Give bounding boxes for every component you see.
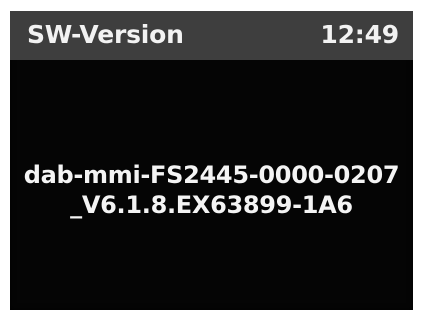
content-area: dab-mmi-FS2445-0000-0207 _V6.1.8.EX63899… [10,60,413,310]
software-version-line-2: _V6.1.8.EX63899-1A6 [70,191,353,219]
display-screen: SW-Version 12:49 dab-mmi-FS2445-0000-020… [10,11,413,310]
clock: 12:49 [320,20,399,49]
device-bezel: SW-Version 12:49 dab-mmi-FS2445-0000-020… [0,0,422,321]
page-title: SW-Version [27,20,184,49]
header-bar: SW-Version 12:49 [10,11,413,60]
software-version-line-1: dab-mmi-FS2445-0000-0207 [23,161,400,189]
